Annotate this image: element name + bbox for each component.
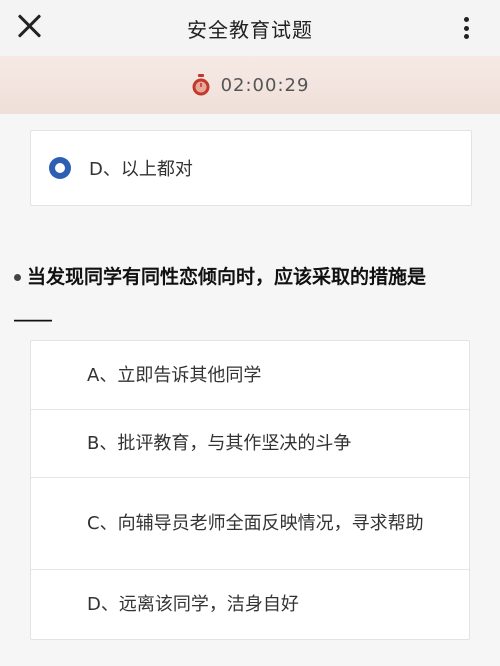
page-title: 安全教育试题 (187, 18, 313, 42)
option-b[interactable]: B、批评教育，与其作坚决的斗争 (31, 409, 469, 478)
question-text: 当发现同学有同性恋倾向时，应该采取的措施是____ (14, 266, 427, 322)
option-label: A、立即告诉其他同学 (87, 364, 262, 386)
option-label: D、远离该同学，洁身自好 (87, 593, 299, 615)
answer-options: A、立即告诉其他同学 B、批评教育，与其作坚决的斗争 C、向辅导员老师全面反映情… (30, 340, 470, 640)
option-c[interactable]: C、向辅导员老师全面反映情况，寻求帮助 (31, 477, 469, 570)
dot (463, 34, 469, 39)
timer-bar: 02:00:29 (0, 56, 500, 114)
option-label: C、向辅导员老师全面反映情况，寻求帮助 (87, 512, 424, 534)
option-d[interactable]: D、远离该同学，洁身自好 (31, 569, 469, 639)
dot (463, 25, 469, 31)
dot (463, 17, 469, 22)
stopwatch-icon (192, 74, 210, 96)
previous-question-options: D、以上都对 (30, 130, 472, 206)
option-a[interactable]: A、立即告诉其他同学 (31, 341, 469, 410)
option-label: D、以上都对 (89, 159, 193, 180)
bullet-icon (14, 274, 21, 281)
question: 当发现同学有同性恋倾向时，应该采取的措施是____ (14, 260, 454, 328)
option-d-selected[interactable]: D、以上都对 (31, 131, 471, 205)
option-label: B、批评教育，与其作坚决的斗争 (87, 432, 352, 454)
countdown-timer: 02:00:29 (220, 74, 310, 96)
top-navigation-bar: 安全教育试题 (0, 0, 500, 56)
more-options-icon[interactable] (454, 17, 478, 39)
radio-selected-icon[interactable] (49, 157, 71, 179)
